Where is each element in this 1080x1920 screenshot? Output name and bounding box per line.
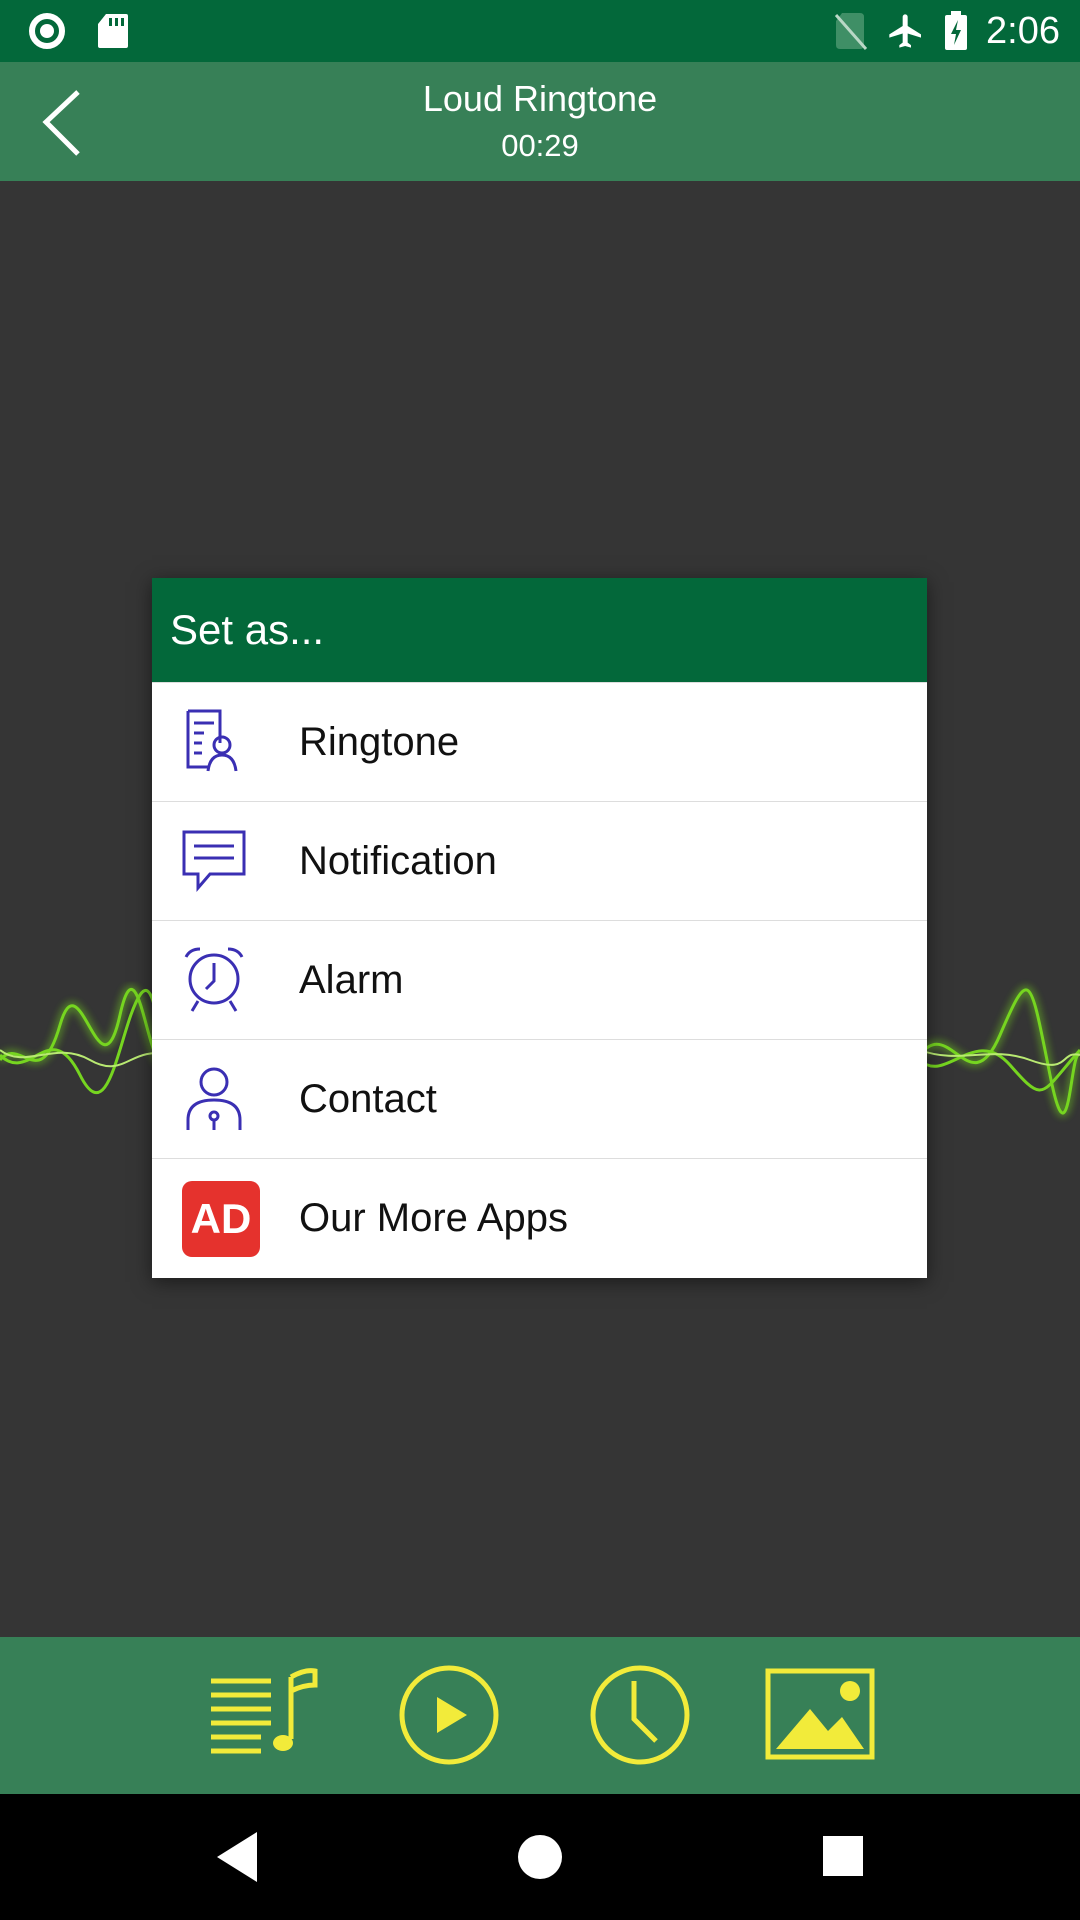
image-icon [765,1668,875,1760]
track-duration: 00:29 [501,128,579,163]
back-triangle-icon [217,1832,257,1882]
playlist-music-icon [211,1668,318,1754]
dialog-title: Set as... [152,578,927,682]
record-icon [29,13,65,49]
playlist-button[interactable] [205,1659,320,1771]
contact-person-icon [186,1067,242,1130]
nav-back-button[interactable] [205,1822,275,1892]
menu-item-label: Ringtone [299,720,460,764]
menu-item-notification[interactable]: Notification [152,801,927,920]
battery-charging-icon [945,11,968,50]
wallpaper-button[interactable] [762,1659,877,1771]
status-time: 2:06 [986,10,1060,52]
bottom-toolbar [0,1637,1080,1794]
page-title: Loud Ringtone [422,78,658,119]
menu-item-contact[interactable]: Contact [152,1039,927,1158]
system-nav-bar [0,1794,1080,1920]
play-circle-icon [399,1665,499,1765]
menu-item-more-apps[interactable]: AD Our More Apps [152,1158,927,1277]
nav-home-button[interactable] [505,1822,575,1892]
timer-button[interactable] [588,1659,703,1771]
menu-item-label: Contact [299,1077,437,1121]
recents-square-icon [823,1836,863,1876]
clock-icon [590,1665,690,1765]
no-sim-icon [834,13,868,50]
set-as-dialog: Set as... Ringtone Notification Alarm Co… [152,578,927,1278]
ad-badge-icon: AD [182,1181,260,1257]
home-circle-icon [518,1835,562,1879]
airplane-mode-icon [889,14,922,48]
ringtone-contact-card-icon [186,709,238,772]
chat-bubble-icon [182,830,246,893]
menu-item-ringtone[interactable]: Ringtone [152,682,927,801]
alarm-clock-icon [184,947,244,1012]
play-button[interactable] [397,1659,512,1771]
menu-item-label: Notification [299,839,497,883]
menu-item-label: Alarm [299,958,404,1002]
menu-item-alarm[interactable]: Alarm [152,920,927,1039]
status-bar: 2:06 [0,0,1080,62]
menu-item-label: Our More Apps [299,1196,569,1240]
nav-recents-button[interactable] [809,1822,879,1892]
app-bar: Loud Ringtone 00:29 [0,62,1080,181]
sd-card-icon [98,14,128,48]
